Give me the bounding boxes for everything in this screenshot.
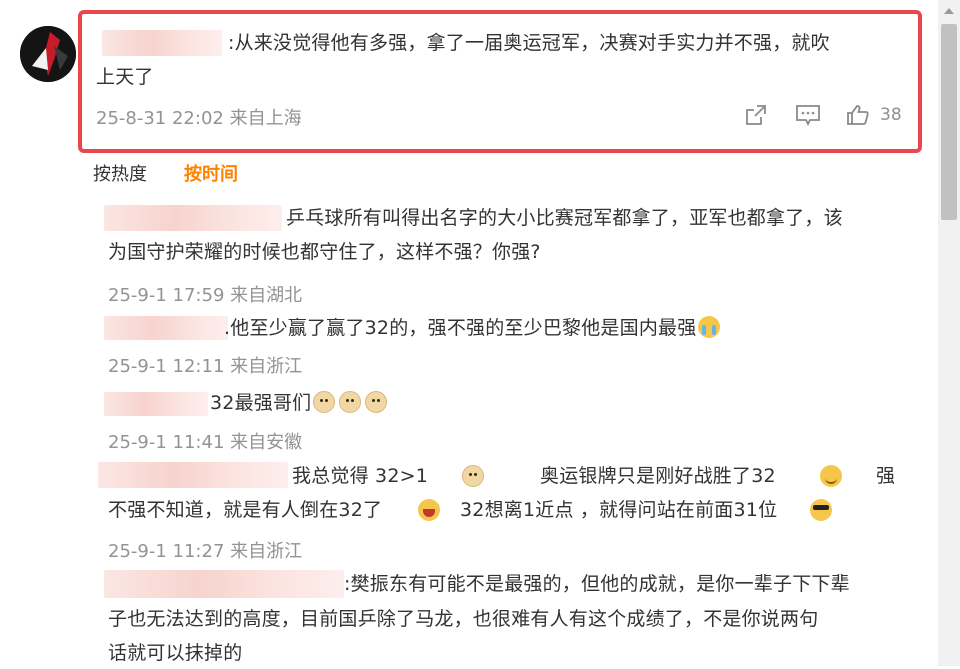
tab-sort-time[interactable]: 按时间 [184, 160, 238, 186]
reply-text-cont: 话就可以抹掉的 [108, 642, 243, 664]
reply-meta: 25-9-1 12:11 来自浙江 [108, 356, 303, 377]
avatar-image [20, 26, 76, 82]
main-comment-meta: 25-8-31 22:02 来自上海 [96, 108, 302, 129]
reply-text: 乒乓球所有叫得出名字的大小比赛冠军都拿了，亚军也都拿了，该 [286, 207, 843, 229]
reply-meta: 25-9-1 11:27 来自浙江 [108, 541, 303, 562]
reply-meta: 25-9-1 11:41 来自安徽 [108, 432, 303, 453]
crying-emoji [698, 316, 721, 338]
reply-text-cont: 32想离1近点 ，就得问站在前面31位 [460, 499, 778, 521]
redacted-username [104, 205, 282, 231]
redacted-username [104, 316, 228, 340]
reply-text: 32最强哥们 [210, 387, 389, 419]
reply-text-cont: 不强不知道，就是有人倒在32了 [108, 499, 383, 521]
scrollbar-thumb[interactable] [941, 24, 957, 220]
doge-emoji [313, 391, 336, 413]
comment-icon[interactable] [795, 103, 821, 131]
share-icon[interactable] [744, 103, 768, 131]
avatar[interactable] [20, 26, 76, 82]
reply-text: 强 [876, 465, 896, 487]
redacted-username [102, 30, 222, 56]
doge-emoji [339, 391, 362, 413]
reply-text: 奥运银牌只是刚好战胜了32 [540, 465, 776, 487]
reply-text-cont: 子也无法达到的高度，目前国乒除了马龙，也很难有人有这个成绩了，不是你说两句 [108, 608, 819, 630]
reply-text: 我总觉得 32>1 [292, 465, 429, 487]
redacted-username [104, 570, 344, 598]
thumbs-up-icon[interactable] [846, 103, 870, 131]
scrollbar[interactable] [938, 0, 960, 666]
redacted-username [98, 462, 288, 488]
reply-text: .他至少赢了赢了32的，强不强的至少巴黎他是国内最强 [224, 312, 722, 344]
main-comment-text: :从来没觉得他有多强，拿了一届奥运冠军，决赛对手实力并不强，就吹 [228, 32, 830, 54]
tab-sort-hot[interactable]: 按热度 [93, 160, 147, 186]
doge-emoji [462, 465, 484, 487]
reply-meta: 25-9-1 17:59 来自湖北 [108, 285, 303, 306]
sunglasses-emoji [810, 499, 832, 521]
smile-emoji [820, 465, 842, 487]
laugh-emoji [418, 499, 440, 521]
redacted-username [104, 392, 208, 416]
reply-text-cont: 为国守护荣耀的时候也都守住了，这样不强？你强? [108, 241, 541, 263]
doge-emoji [365, 391, 388, 413]
reply-text: :樊振东有可能不是最强的，但他的成就，是你一辈子下下辈 [344, 573, 850, 595]
scroll-up-arrow-icon[interactable] [944, 8, 954, 14]
like-count: 38 [880, 105, 902, 125]
main-comment-text-cont: 上天了 [96, 66, 154, 88]
